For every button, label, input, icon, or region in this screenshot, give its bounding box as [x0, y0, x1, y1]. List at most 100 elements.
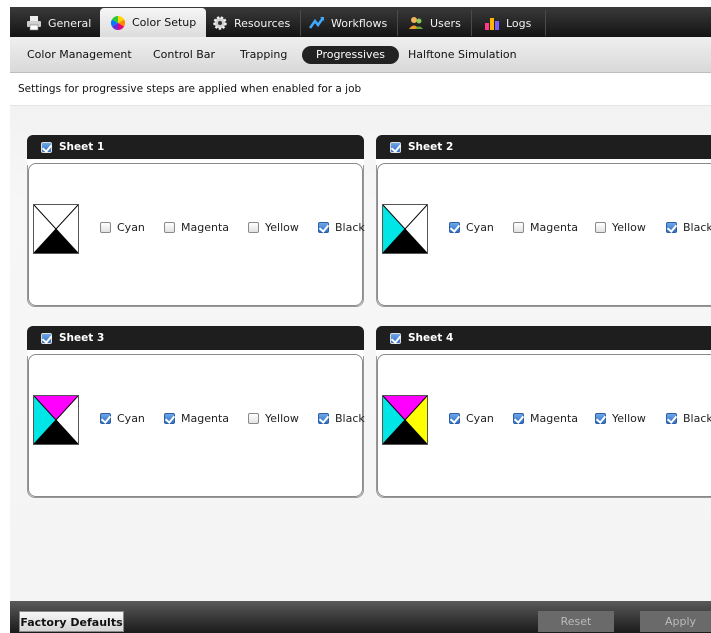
- sheet-4-panel: Sheet 4 Cyan Magenta Yellow Black: [376, 326, 711, 498]
- option-label: Black: [683, 221, 711, 234]
- yellow-checkbox[interactable]: [248, 413, 259, 424]
- logs-chart-icon: [484, 15, 500, 31]
- yellow-checkbox[interactable]: [595, 222, 606, 233]
- cyan-option[interactable]: Cyan: [449, 221, 494, 234]
- yellow-option[interactable]: Yellow: [248, 221, 299, 234]
- black-option[interactable]: Black: [666, 221, 711, 234]
- sheet-3-enable-checkbox[interactable]: [41, 332, 52, 344]
- yellow-option[interactable]: Yellow: [595, 221, 646, 234]
- sheet-4-header: Sheet 4: [376, 326, 711, 350]
- tab-logs[interactable]: Logs: [474, 10, 547, 36]
- yellow-option[interactable]: Yellow: [595, 412, 646, 425]
- cyan-checkbox[interactable]: [100, 413, 111, 424]
- workflow-icon: [308, 15, 325, 31]
- option-label: Magenta: [530, 412, 579, 425]
- subtab-color-management[interactable]: Color Management: [17, 46, 142, 64]
- magenta-option[interactable]: Magenta: [164, 221, 229, 234]
- magenta-checkbox[interactable]: [513, 413, 524, 424]
- option-label: Yellow: [612, 412, 646, 425]
- cyan-checkbox[interactable]: [449, 413, 460, 424]
- sheet-title: Sheet 3: [59, 332, 105, 344]
- subtab-control-bar[interactable]: Control Bar: [143, 46, 225, 64]
- color-separation-preview: [382, 204, 428, 254]
- option-label: Black: [335, 221, 365, 234]
- yellow-checkbox[interactable]: [248, 222, 259, 233]
- sheet-title: Sheet 4: [408, 332, 454, 344]
- sheet-2-enable-checkbox[interactable]: [390, 141, 401, 153]
- sub-tab-bar: Color Management Control Bar Trapping Pr…: [10, 37, 711, 73]
- sheet-2-body: Cyan Magenta Yellow Black: [376, 159, 711, 307]
- subtab-progressives[interactable]: Progressives: [302, 46, 400, 64]
- tab-general[interactable]: General: [16, 10, 103, 36]
- option-label: Cyan: [117, 221, 145, 234]
- tab-label: Color Setup: [132, 16, 197, 29]
- sheet-1-header: Sheet 1: [27, 135, 364, 159]
- sheet-1-enable-checkbox[interactable]: [41, 141, 52, 153]
- black-checkbox[interactable]: [666, 222, 677, 233]
- magenta-option[interactable]: Magenta: [513, 412, 578, 425]
- tab-workflows[interactable]: Workflows: [299, 10, 399, 36]
- users-icon: [408, 15, 424, 31]
- yellow-checkbox[interactable]: [595, 413, 606, 424]
- cyan-checkbox[interactable]: [449, 222, 460, 233]
- sheet-4-body: Cyan Magenta Yellow Black: [376, 350, 711, 498]
- color-separation-preview: [382, 395, 428, 445]
- option-label: Black: [335, 412, 365, 425]
- sheet-3-body: Cyan Magenta Yellow Black: [27, 350, 365, 498]
- color-wheel-icon: [110, 15, 126, 31]
- option-label: Cyan: [466, 412, 494, 425]
- option-label: Magenta: [181, 221, 230, 234]
- sheet-2-header: Sheet 2: [376, 135, 711, 159]
- black-option[interactable]: Black: [318, 221, 365, 234]
- tab-label: Workflows: [331, 16, 388, 30]
- info-text: Settings for progressive steps are appli…: [10, 73, 711, 106]
- option-label: Cyan: [466, 221, 494, 234]
- option-label: Magenta: [181, 412, 230, 425]
- sheet-1-panel: Sheet 1 Cyan Magenta Yellow Black: [27, 135, 365, 307]
- black-checkbox[interactable]: [318, 222, 329, 233]
- magenta-checkbox[interactable]: [164, 413, 175, 424]
- tab-label: Logs: [506, 16, 532, 30]
- black-option[interactable]: Black: [666, 412, 711, 425]
- tab-label: Resources: [234, 16, 291, 30]
- magenta-checkbox[interactable]: [164, 222, 175, 233]
- subtab-trapping[interactable]: Trapping: [230, 46, 297, 64]
- option-label: Yellow: [612, 221, 646, 234]
- tab-label: General: [48, 16, 92, 30]
- reset-button[interactable]: Reset: [538, 611, 614, 632]
- main-tab-bar: General Color Setup Resources Workflows: [0, 0, 711, 37]
- option-label: Yellow: [265, 221, 299, 234]
- tab-label: Users: [430, 16, 461, 30]
- color-separation-preview: [33, 204, 79, 254]
- cyan-option[interactable]: Cyan: [100, 412, 145, 425]
- yellow-option[interactable]: Yellow: [248, 412, 299, 425]
- factory-defaults-button[interactable]: Factory Defaults: [19, 611, 124, 632]
- magenta-option[interactable]: Magenta: [164, 412, 229, 425]
- tab-users[interactable]: Users: [398, 10, 472, 36]
- cyan-option[interactable]: Cyan: [100, 221, 145, 234]
- black-checkbox[interactable]: [666, 413, 677, 424]
- sheet-title: Sheet 1: [59, 141, 105, 153]
- subtab-halftone-simulation[interactable]: Halftone Simulation: [398, 46, 527, 64]
- option-label: Black: [683, 412, 711, 425]
- sheet-3-header: Sheet 3: [27, 326, 364, 350]
- magenta-checkbox[interactable]: [513, 222, 524, 233]
- tab-color-setup[interactable]: Color Setup: [100, 8, 207, 37]
- option-label: Yellow: [265, 412, 299, 425]
- printer-icon: [26, 15, 42, 31]
- option-label: Magenta: [530, 221, 579, 234]
- sheet-2-panel: Sheet 2 Cyan Magenta Yellow Black: [376, 135, 711, 307]
- color-separation-preview: [33, 395, 79, 445]
- sheet-4-enable-checkbox[interactable]: [390, 332, 401, 344]
- option-label: Cyan: [117, 412, 145, 425]
- black-option[interactable]: Black: [318, 412, 365, 425]
- magenta-option[interactable]: Magenta: [513, 221, 578, 234]
- black-checkbox[interactable]: [318, 413, 329, 424]
- progressives-pane: Sheet 1 Cyan Magenta Yellow Black Sheet …: [10, 106, 711, 601]
- cyan-option[interactable]: Cyan: [449, 412, 494, 425]
- apply-button[interactable]: Apply: [640, 611, 711, 632]
- sheet-title: Sheet 2: [408, 141, 454, 153]
- sheet-3-panel: Sheet 3 Cyan Magenta Yellow Black: [27, 326, 365, 498]
- tab-resources[interactable]: Resources: [202, 10, 302, 36]
- cyan-checkbox[interactable]: [100, 222, 111, 233]
